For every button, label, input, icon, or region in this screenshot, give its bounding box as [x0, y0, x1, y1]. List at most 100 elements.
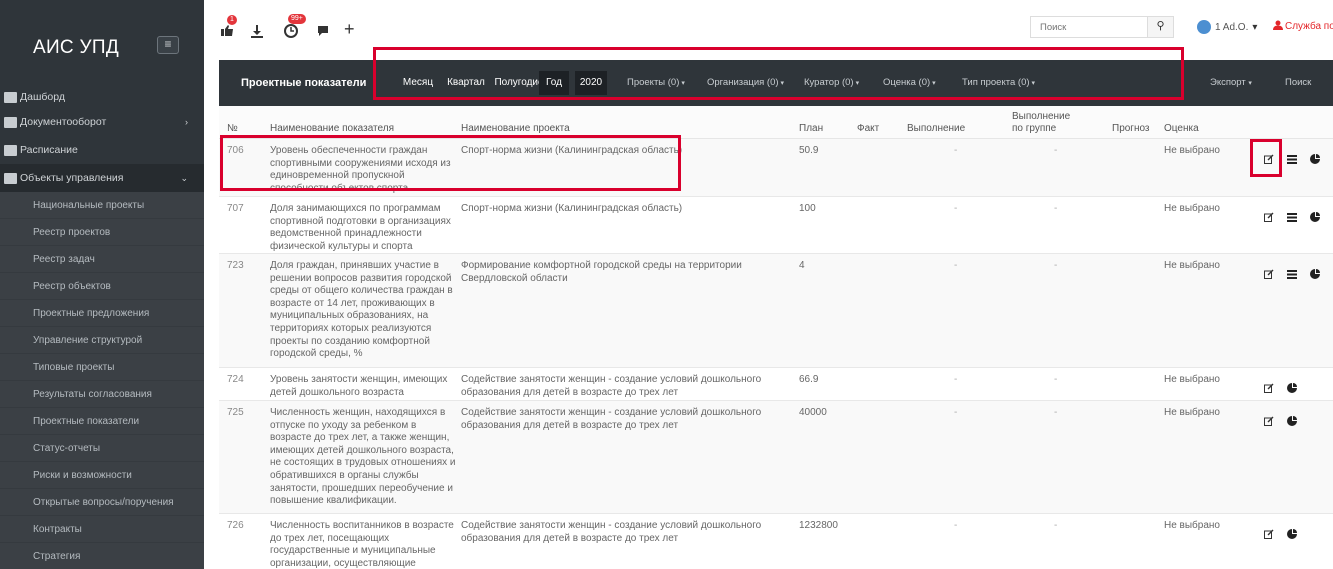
chevron-down-icon: ▾ [1248, 80, 1252, 87]
sidebar-subitem[interactable]: Управление структурой [0, 327, 204, 354]
document-icon [4, 116, 17, 128]
sidebar-subitem[interactable]: Статус-отчеты [0, 435, 204, 462]
sidebar-subitem[interactable]: Риски и возможности [0, 462, 204, 489]
user-name: 1 Ad.O. [1215, 21, 1249, 33]
chevron-down-icon: ▾ [1252, 21, 1258, 33]
header-exec-group[interactable]: Выполнение по группе [1012, 111, 1082, 135]
sidebar-subitem[interactable]: Проектные предложения [0, 300, 204, 327]
filter-search-button[interactable]: Поиск [1285, 77, 1311, 88]
edit-button[interactable] [1259, 378, 1278, 397]
table-row[interactable]: 724 Уровень занятости женщин, имеющих де… [219, 368, 1333, 401]
sidebar-subitem[interactable]: Реестр задач [0, 246, 204, 273]
row-num: 726 [227, 520, 244, 531]
chart-button[interactable] [1305, 207, 1324, 226]
chart-button[interactable] [1282, 411, 1301, 430]
sidebar-subitem[interactable]: Национальные проекты [0, 192, 204, 219]
project-name: Спорт-норма жизни (Калининградская облас… [461, 203, 683, 214]
sidebar-subitem[interactable]: Типовые проекты [0, 354, 204, 381]
user-menu[interactable]: 1 Ad.O. ▾ [1197, 20, 1257, 34]
header-plan[interactable]: План [799, 123, 823, 135]
exec-value: - [954, 145, 958, 156]
list-button[interactable] [1282, 264, 1301, 283]
sidebar-item-documents[interactable]: Документооборот › [0, 108, 204, 136]
sidebar-submenu: Национальные проекты Реестр проектов Рее… [0, 192, 204, 569]
chart-button[interactable] [1305, 149, 1324, 168]
sidebar-toggle-button[interactable]: ≡ [157, 36, 179, 54]
chart-button[interactable] [1282, 378, 1301, 397]
export-dropdown[interactable]: Экспорт ▾ [1210, 77, 1252, 88]
edit-button[interactable] [1259, 524, 1278, 543]
avatar [1197, 20, 1211, 34]
sidebar-subitem[interactable]: Контракты [0, 516, 204, 543]
header-project[interactable]: Наименование проекта [461, 123, 570, 135]
list-icon [1286, 154, 1297, 164]
brand: АИС УПД ≡ [0, 0, 204, 88]
plan-value: 66.9 [799, 374, 819, 385]
table-row[interactable]: 707 Доля занимающихся по программам спор… [219, 197, 1333, 254]
table-row[interactable]: 726 Численность воспитанников в возрасте… [219, 514, 1333, 569]
support-link[interactable]: Служба поддер [1273, 20, 1333, 32]
app-title[interactable]: АИС УПД [33, 37, 119, 59]
chart-button[interactable] [1305, 264, 1324, 283]
table-row[interactable]: 725 Численность женщин, находящихся в от… [219, 401, 1333, 514]
chat-icon[interactable] [316, 24, 330, 38]
thumbs-down-icon[interactable]: 1 [220, 15, 237, 38]
sidebar-item-label: Расписание [20, 144, 78, 156]
sidebar-item-dashboard[interactable]: Дашборд [0, 86, 204, 108]
edit-button[interactable] [1259, 264, 1278, 283]
sidebar-item-management-objects[interactable]: Объекты управления ⌄ [0, 164, 204, 192]
score-value: Не выбрано [1164, 203, 1220, 214]
download-icon[interactable] [250, 24, 264, 38]
sidebar-item-label: Дашборд [20, 91, 65, 103]
row-actions [1259, 378, 1301, 397]
pie-chart-icon [1286, 415, 1297, 426]
sidebar-item-label: Документооборот [20, 116, 107, 128]
header-num[interactable]: № [227, 123, 238, 135]
search-input[interactable] [1030, 16, 1148, 38]
row-num: 707 [227, 203, 244, 214]
header-exec[interactable]: Выполнение [907, 123, 965, 135]
edit-button[interactable] [1259, 411, 1278, 430]
export-label: Экспорт [1210, 77, 1246, 88]
clock-icon[interactable]: 99+ [284, 14, 306, 38]
plan-value: 40000 [799, 407, 827, 418]
chevron-right-icon: › [185, 117, 188, 127]
sidebar-subitem[interactable]: Проектные показатели [0, 408, 204, 435]
pie-chart-icon [1286, 382, 1297, 393]
header-fact[interactable]: Факт [857, 123, 879, 135]
pie-chart-icon [1286, 528, 1297, 539]
sidebar-subitem[interactable]: Реестр объектов [0, 273, 204, 300]
row-num: 724 [227, 374, 244, 385]
score-value: Не выбрано [1164, 145, 1220, 156]
table-row[interactable]: 723 Доля граждан, принявших участие в ре… [219, 254, 1333, 368]
edit-button[interactable] [1259, 207, 1278, 226]
notification-badge: 99+ [288, 14, 306, 24]
search-button[interactable]: ⚲ [1148, 16, 1174, 38]
project-name: Содействие занятости женщин - создание у… [461, 374, 762, 398]
add-icon[interactable]: + [344, 20, 358, 38]
sidebar-subitem[interactable]: Реестр проектов [0, 219, 204, 246]
pie-chart-icon [1309, 268, 1320, 279]
header-name[interactable]: Наименование показателя [270, 123, 394, 135]
score-value: Не выбрано [1164, 520, 1220, 531]
header-score[interactable]: Оценка [1164, 123, 1199, 135]
row-num: 725 [227, 407, 244, 418]
edit-icon [1263, 383, 1273, 393]
sidebar-item-schedule[interactable]: Расписание [0, 136, 204, 164]
exec-group-value: - [1054, 260, 1058, 271]
list-button[interactable] [1282, 149, 1301, 168]
sidebar-subitem[interactable]: Стратегия [0, 543, 204, 569]
score-value: Не выбрано [1164, 374, 1220, 385]
sidebar-subitem[interactable]: Результаты согласования [0, 381, 204, 408]
project-name: Формирование комфортной городской среды … [461, 260, 742, 284]
chart-button[interactable] [1282, 524, 1301, 543]
plan-value: 1232800 [799, 520, 838, 531]
sidebar-subitem[interactable]: Открытые вопросы/поручения [0, 489, 204, 516]
exec-group-value: - [1054, 203, 1058, 214]
project-name: Содействие занятости женщин - создание у… [461, 407, 762, 431]
header-forecast[interactable]: Прогноз [1112, 123, 1150, 135]
list-button[interactable] [1282, 207, 1301, 226]
calendar-icon [4, 144, 17, 156]
list-icon [1286, 269, 1297, 279]
row-actions [1259, 524, 1301, 543]
